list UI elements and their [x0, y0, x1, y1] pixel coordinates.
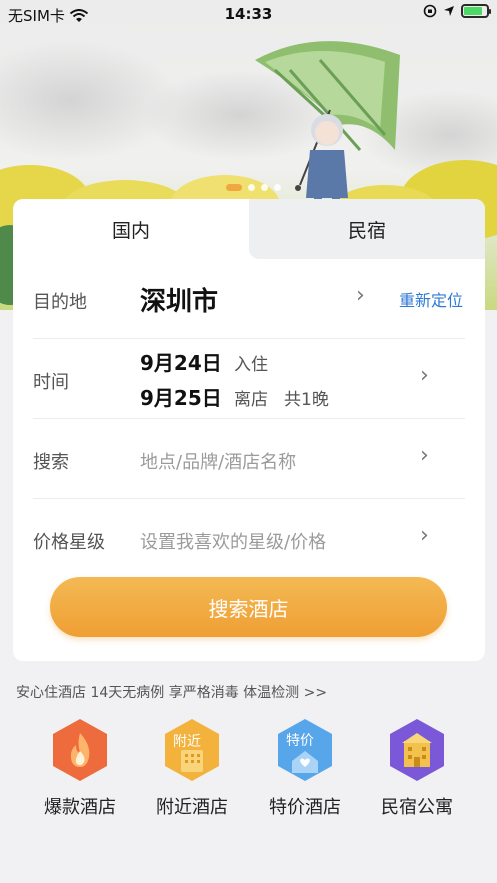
search-input[interactable]: 地点/品牌/酒店名称	[140, 448, 296, 474]
carousel-dot[interactable]	[226, 184, 242, 191]
time-label: 时间	[33, 372, 69, 393]
chevron-right-icon[interactable]: ›	[356, 283, 365, 308]
carousel-dot[interactable]	[274, 184, 281, 191]
chevron-right-icon[interactable]: ›	[420, 523, 429, 548]
app-screen: 无SIM卡 14:33 国内 民宿 目的地 深圳市 › 重新定位 时间 9月24…	[0, 0, 497, 883]
search-hotel-button[interactable]: 搜索酒店	[50, 577, 447, 637]
destination-city[interactable]: 深圳市	[140, 281, 218, 318]
quick-link-hot-hotels[interactable]: 爆款酒店	[25, 715, 135, 819]
checkout-tag: 离店	[234, 390, 268, 410]
quick-links: 爆款酒店 附近 附近酒店 特价 特价酒店 民宿公寓	[0, 715, 497, 835]
chevron-right-icon[interactable]: ›	[420, 363, 429, 388]
quick-link-discount-hotels[interactable]: 特价 特价酒店	[250, 715, 360, 819]
checkin-date[interactable]: 9月24日	[140, 347, 222, 376]
quick-link-label: 附近酒店	[156, 797, 228, 818]
fire-icon	[49, 717, 111, 783]
hotel-booking-card: 国内 民宿 目的地 深圳市 › 重新定位 时间 9月24日 入住 9月25日 离…	[13, 199, 485, 661]
destination-label: 目的地	[33, 292, 87, 313]
tab-domestic[interactable]: 国内	[13, 199, 249, 259]
carousel-dot[interactable]	[248, 184, 255, 191]
status-right	[423, 4, 491, 18]
nights-count: 共1晚	[284, 390, 329, 410]
search-label: 搜索	[33, 452, 69, 473]
status-bar: 无SIM卡 14:33	[0, 0, 497, 30]
checkin-tag: 入住	[234, 355, 268, 375]
tab-bar: 国内 民宿	[13, 199, 485, 259]
nearby-icon: 附近	[161, 717, 223, 783]
safety-notice-link[interactable]: 安心住酒店 14天无病例 享严格消毒 体温检测 >>	[16, 682, 327, 702]
quick-link-label: 民宿公寓	[381, 797, 453, 818]
checkout-date[interactable]: 9月25日	[140, 382, 222, 411]
quick-link-homestay[interactable]: 民宿公寓	[362, 715, 472, 819]
rotation-lock-icon	[423, 4, 437, 18]
battery-icon	[461, 4, 491, 18]
quick-link-label: 特价酒店	[269, 797, 341, 818]
nearby-badge: 附近	[173, 734, 201, 750]
location-arrow-icon	[444, 6, 454, 16]
homestay-icon	[386, 717, 448, 783]
discount-badge: 特价	[286, 733, 314, 749]
quick-link-label: 爆款酒店	[44, 797, 116, 818]
price-star-label: 价格星级	[33, 532, 105, 553]
chevron-right-icon[interactable]: ›	[420, 443, 429, 468]
quick-link-nearby-hotels[interactable]: 附近 附近酒店	[137, 715, 247, 819]
price-star-input[interactable]: 设置我喜欢的星级/价格	[140, 528, 326, 554]
carousel-indicator[interactable]	[226, 184, 281, 191]
carousel-dot[interactable]	[261, 184, 268, 191]
tab-homestay[interactable]: 民宿	[249, 199, 485, 259]
discount-house-icon: 特价	[274, 717, 336, 783]
relocate-link[interactable]: 重新定位	[399, 287, 463, 311]
